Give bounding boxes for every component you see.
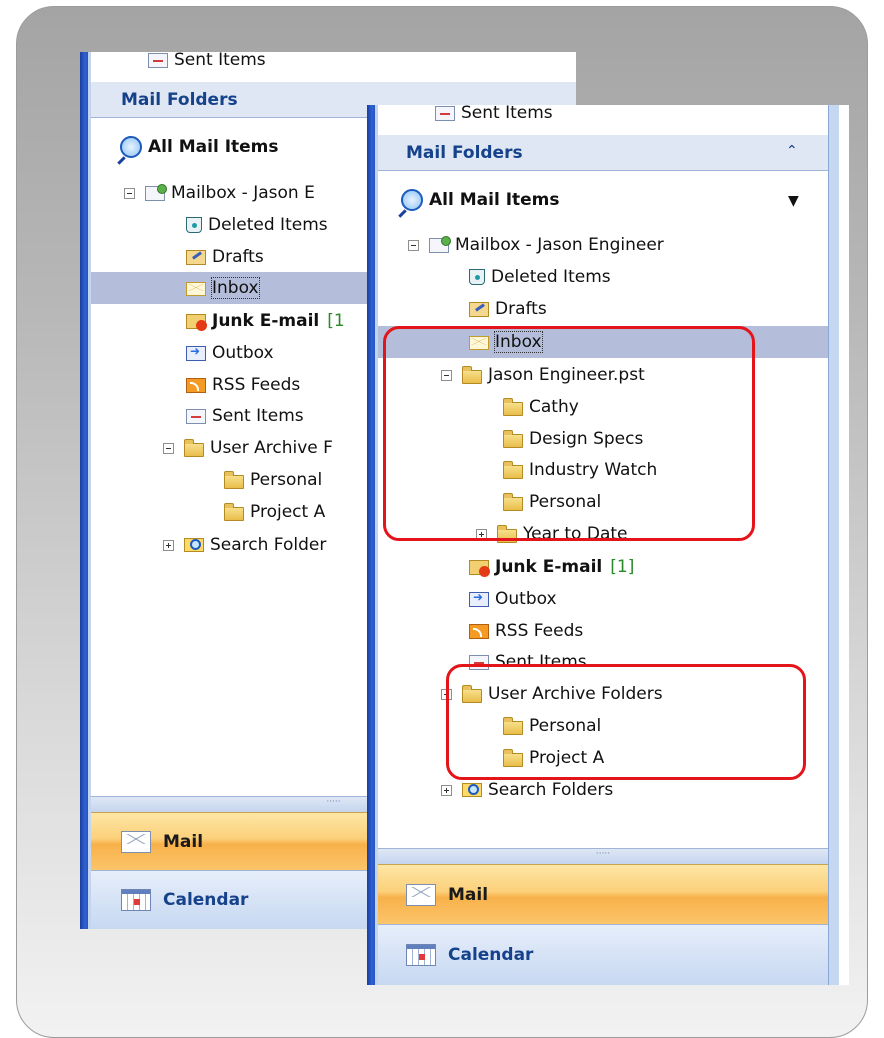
folder-sent-items[interactable]: Sent Items (186, 400, 304, 432)
drafts-icon (186, 249, 206, 265)
nav-calendar-button[interactable]: Calendar (378, 924, 828, 985)
folder-drafts[interactable]: Drafts (469, 293, 547, 325)
mail-folders-header[interactable]: Mail Folders (378, 135, 828, 171)
unread-count: [1 (327, 311, 345, 331)
search-icon (120, 136, 142, 158)
left-pane-border (80, 52, 91, 929)
folder-rss-feeds[interactable]: RSS Feeds (469, 615, 583, 647)
calendar-icon (121, 889, 151, 911)
mail-icon (121, 830, 151, 853)
folder-icon (224, 502, 244, 521)
trash-icon (469, 269, 485, 285)
collapse-icon[interactable] (408, 239, 419, 251)
expand-icon[interactable] (163, 539, 174, 551)
folder-rss-feeds[interactable]: RSS Feeds (186, 369, 300, 401)
search-folder-icon (184, 538, 204, 552)
highlight-callout-archive-folders (446, 664, 806, 780)
junk-icon (186, 313, 207, 331)
mail-folders-title: Mail Folders (121, 89, 238, 110)
highlight-callout-pst-folders (383, 326, 755, 541)
mail-icon (406, 883, 436, 906)
folder-junk-email[interactable]: Junk E-mail [1] (469, 551, 634, 583)
junk-icon (469, 559, 490, 577)
sent-items-icon (148, 52, 168, 68)
folder-user-archive[interactable]: User Archive F (163, 432, 333, 464)
mail-folders-title: Mail Folders (406, 142, 523, 163)
folder-icon (184, 438, 204, 457)
unread-count: [1] (610, 557, 635, 577)
nav-mail-button[interactable]: Mail (378, 864, 828, 924)
dropdown-arrow-icon[interactable]: ▼ (788, 193, 799, 209)
outbox-icon (186, 344, 206, 361)
folder-deleted-items[interactable]: Deleted Items (186, 209, 328, 241)
rss-icon (469, 623, 489, 639)
outbox-icon (469, 590, 489, 607)
folder-deleted-items[interactable]: Deleted Items (469, 261, 611, 293)
folder-outbox[interactable]: Outbox (469, 583, 557, 615)
mailbox-node[interactable]: Mailbox - Jason E (124, 177, 315, 209)
expand-icon[interactable] (441, 784, 452, 796)
calendar-icon (406, 944, 436, 966)
sent-items-icon (435, 105, 455, 121)
drafts-icon (469, 301, 489, 317)
right-navigation-pane: Sent Items Mail Folders ⌃ All Mail Items… (367, 105, 849, 985)
mailbox-icon (145, 183, 167, 201)
inbox-icon (186, 282, 206, 296)
folder-drafts[interactable]: Drafts (186, 241, 264, 273)
collapse-chevron-icon[interactable]: ⌃ (786, 143, 798, 159)
sent-items-icon (186, 408, 206, 424)
search-icon (401, 189, 423, 211)
right-pane-border (367, 105, 378, 985)
all-mail-items[interactable]: All Mail Items (120, 132, 279, 162)
right-pane-scroll-edge (828, 105, 839, 985)
mailbox-node[interactable]: Mailbox - Jason Engineer (408, 229, 664, 261)
folder-icon (224, 470, 244, 489)
folder-project-a[interactable]: Project A (224, 496, 325, 528)
folder-outbox[interactable]: Outbox (186, 337, 274, 369)
mailbox-icon (429, 235, 451, 253)
folder-junk-email[interactable]: Junk E-mail [1 (186, 305, 345, 337)
collapse-icon[interactable] (124, 187, 135, 199)
folder-search-folders[interactable]: Search Folder (163, 529, 326, 561)
trash-icon (186, 217, 202, 233)
folder-personal[interactable]: Personal (224, 464, 322, 496)
search-folder-icon (462, 783, 482, 797)
sent-items-top[interactable]: Sent Items (435, 105, 553, 129)
collapse-icon[interactable] (163, 442, 174, 454)
all-mail-items[interactable]: All Mail Items (401, 185, 560, 215)
rss-icon (186, 377, 206, 393)
sent-items-top[interactable]: Sent Items (148, 52, 266, 76)
